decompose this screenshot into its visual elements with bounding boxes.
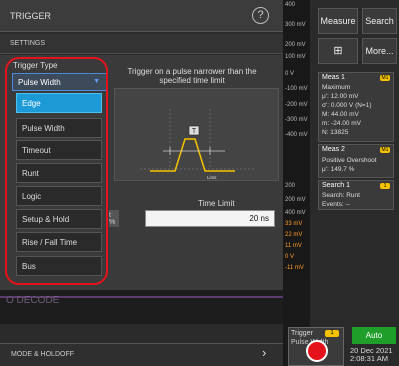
- scale-value: -100 mV: [285, 86, 308, 92]
- scale-value: -300 mV: [285, 117, 308, 123]
- scale-value: -11 mV: [285, 265, 304, 271]
- scale-value: 200 mV: [285, 197, 306, 203]
- datetime: 20 Dec 2021 2:08:31 AM: [350, 347, 393, 363]
- diagram-limit-label: Limit: [207, 175, 217, 180]
- meas1-row: N: 13825: [322, 129, 349, 136]
- meas1-badge: M1: [380, 75, 390, 81]
- search1-badge: 1: [380, 183, 390, 189]
- meas1-row: Maximum: [322, 84, 351, 91]
- meas1-row: M: 44.00 mV: [322, 111, 359, 118]
- scale-value: -200 mV: [285, 102, 308, 108]
- trigger-description: Trigger on a pulse narrower than the spe…: [127, 67, 257, 85]
- zoom-icon[interactable]: ⊞: [318, 38, 358, 64]
- decode-label: O DECODE: [6, 295, 60, 306]
- help-icon[interactable]: ?: [252, 7, 269, 24]
- more-button[interactable]: More...: [362, 38, 397, 64]
- scale-value: 400: [285, 2, 296, 8]
- meas2-row: Positive Overshoot: [322, 157, 377, 164]
- panel-title: TRIGGER: [10, 11, 52, 21]
- scale-value: 200: [285, 183, 296, 189]
- search1-card[interactable]: Search 1 1 Search: Runt Events: --: [318, 180, 394, 210]
- scale-value: 0 V: [285, 254, 295, 260]
- meas1-row: m: -24.00 mV: [322, 120, 362, 127]
- time-limit-input[interactable]: 20 ns: [145, 210, 275, 227]
- partial-value: t %: [109, 210, 119, 227]
- chevron-right-icon[interactable]: ›: [262, 345, 266, 360]
- scale-value: 11 mV: [285, 243, 302, 249]
- search1-row: Search: Runt: [322, 192, 360, 199]
- pulse-diagram: T Limit: [114, 88, 279, 181]
- meas2-badge: M1: [380, 147, 390, 153]
- meas2-card[interactable]: Meas 2 M1 Positive Overshoot μ': 149.7 %: [318, 144, 394, 178]
- diagram-marker: T: [192, 128, 197, 135]
- scale-value: -400 mV: [285, 132, 308, 138]
- measure-button[interactable]: Measure: [318, 8, 358, 34]
- scale-value: 22 mV: [285, 232, 303, 238]
- scale-value: 400 mV: [285, 210, 306, 216]
- mode-holdoff-label: MODE & HOLDOFF: [11, 351, 75, 358]
- time-limit-label: Time Limit: [198, 199, 235, 208]
- meas2-row: μ': 149.7 %: [322, 166, 355, 173]
- trigger-source-badge: 1: [325, 330, 339, 337]
- scale-value: 33 mV: [285, 221, 303, 227]
- panel-header: TRIGGER ?: [0, 0, 283, 32]
- scale-value: 200 mV: [285, 42, 306, 48]
- scale-value: 300 mV: [285, 22, 306, 28]
- highlight-circle-icon: [306, 340, 328, 362]
- time-label: 2:08:31 AM: [350, 354, 388, 363]
- meas1-card[interactable]: Meas 1 M1 Maximum μ': 12.00 mV σ': 0.000…: [318, 72, 394, 142]
- scale-column: 400 300 mV 200 mV 100 mV 0 V -100 mV -20…: [283, 0, 310, 280]
- acquisition-mode-button[interactable]: Auto: [352, 327, 396, 344]
- settings-label: SETTINGS: [10, 40, 46, 47]
- settings-tab[interactable]: SETTINGS: [0, 34, 283, 54]
- search-button[interactable]: Search: [362, 8, 397, 34]
- scale-value: 100 mV: [285, 54, 306, 60]
- meas1-row: μ': 12.00 mV: [322, 93, 359, 100]
- highlight-outline: [5, 57, 108, 285]
- search1-row: Events: --: [322, 201, 350, 208]
- meas1-row: σ': 0.000 V (N=1): [322, 102, 372, 109]
- scale-value: 0 V: [285, 71, 295, 77]
- mode-holdoff-row[interactable]: MODE & HOLDOFF: [0, 343, 283, 366]
- trigger-label: Trigger: [291, 330, 313, 337]
